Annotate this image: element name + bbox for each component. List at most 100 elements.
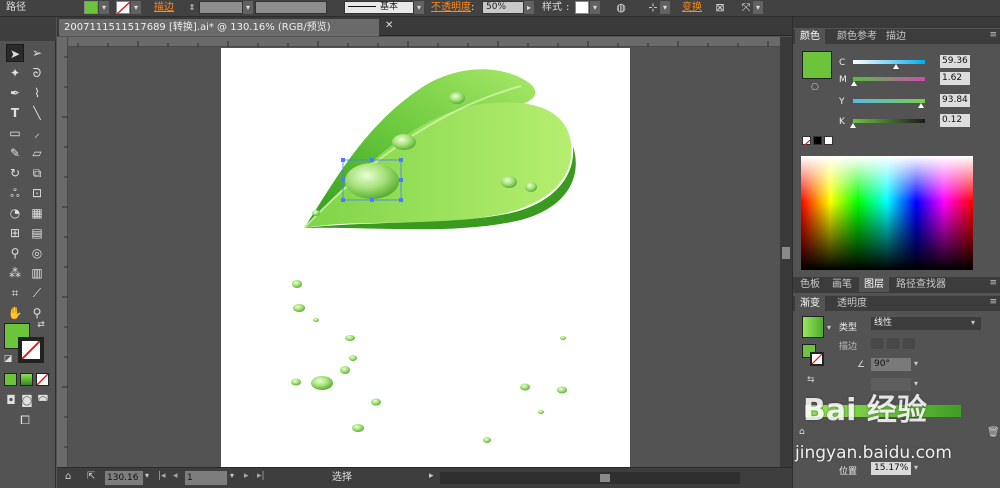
tab-color[interactable]: 颜色 [795,29,825,44]
fill-dropdown-icon[interactable]: ▾ [99,1,109,14]
variable-width-field[interactable] [255,1,327,14]
lasso-icon[interactable]: ᘐ [28,64,46,82]
recolor-icon[interactable]: ◍ [614,1,628,15]
brush-field[interactable]: 基本 [344,1,414,14]
stroke-weight-stepper-icon[interactable]: ⇕ [185,1,199,15]
fill-swatch[interactable] [84,1,98,14]
arrange-icon[interactable]: ⤧ [739,1,753,15]
channel-slider-y[interactable] [853,99,925,103]
doc-status-icon[interactable]: ⌂ [65,471,71,482]
opacity-field[interactable]: 50% [482,1,524,14]
last-page-icon[interactable]: ▸| [257,471,265,481]
stroke-link[interactable]: 描边 [154,1,174,15]
brush-icon[interactable]: ⸝ [28,124,46,142]
tab-transparency[interactable]: 透明度 [832,296,872,311]
tab-swatches[interactable]: 色板 [795,277,825,292]
reverse-gradient-icon[interactable]: ⇆ [807,375,815,385]
none-color-icon[interactable] [802,136,811,148]
pen-icon[interactable]: ✒ [6,84,24,102]
status-menu-icon[interactable]: ▸ [429,471,434,481]
curvature-icon[interactable]: ⌇ [28,84,46,102]
panel-menu-icon[interactable]: ≡ [989,30,997,40]
stroke-across-icon[interactable] [903,338,915,349]
artboard[interactable] [221,48,630,467]
stroke-along-icon[interactable] [887,338,899,349]
page-dropdown-icon[interactable]: ▾ [230,471,234,480]
channel-knob-c[interactable] [892,64,899,69]
panel-dock-grip[interactable] [793,17,1000,28]
gradient-tool-icon[interactable]: ▤ [28,224,46,242]
layers-menu-icon[interactable]: ≡ [989,278,997,288]
stroke-weight-field[interactable] [199,1,243,14]
tools-panel-grip[interactable] [0,17,56,41]
isolate-icon[interactable]: ⊠ [713,1,727,15]
prev-page-icon[interactable]: ◂ [173,471,178,481]
close-tab-icon[interactable]: ✕ [385,20,393,31]
graph-icon[interactable]: ▥ [28,264,46,282]
gradient-location-field[interactable]: 15.17% [871,462,911,475]
gradient-preview-swatch[interactable] [802,316,824,338]
channel-knob-m[interactable] [851,81,858,86]
gradient-mode-icon[interactable] [20,373,33,386]
arrange-dropdown-icon[interactable]: ▾ [753,1,763,14]
draw-inside-icon[interactable]: ◚ [36,391,50,409]
channel-slider-c[interactable] [853,60,925,64]
first-page-icon[interactable]: |◂ [158,471,166,481]
free-transform-icon[interactable]: ⊡ [28,184,46,202]
none-mode-icon[interactable] [36,373,49,386]
next-page-icon[interactable]: ▸ [244,471,249,481]
stroke-weight-dropdown-icon[interactable]: ▾ [243,1,253,14]
hand-icon[interactable]: ✋ [6,304,24,322]
stroke-within-icon[interactable] [871,338,883,349]
document-tab[interactable]: 2007111511517689 [转换].ai* @ 130.16% (RGB… [59,19,379,36]
stroke-color-box[interactable] [18,337,44,363]
tab-brushes[interactable]: 画笔 [827,277,857,292]
tab-stroke[interactable]: 描边 [881,29,911,44]
perspective-grid-icon[interactable]: ▦ [28,204,46,222]
tab-pathfinder[interactable]: 路径查找器 [891,277,951,292]
style-dropdown-icon[interactable]: ▾ [590,1,600,14]
mesh-icon[interactable]: ⊞ [6,224,24,242]
eraser-icon[interactable]: ▱ [28,144,46,162]
horizontal-scroll-thumb[interactable] [600,474,610,482]
pencil-icon[interactable]: ✎ [6,144,24,162]
artboard-icon[interactable]: ⌗ [6,284,24,302]
channel-slider-k[interactable] [853,119,925,123]
zoom-dropdown-icon[interactable]: ▾ [145,471,149,480]
channel-value-y[interactable]: 93.84 [940,94,970,107]
swap-colors-icon[interactable]: ⇄ [35,319,47,331]
style-swatch[interactable] [575,1,589,14]
color-mode-icon[interactable] [4,373,17,386]
default-colors-icon[interactable]: ◪ [2,353,14,365]
eyedropper-icon[interactable]: ⚲ [6,244,24,262]
white-color-icon[interactable] [824,136,833,145]
scale-icon[interactable]: ⧉ [28,164,46,182]
type-icon[interactable]: T [6,104,24,122]
blend-icon[interactable]: ◎ [28,244,46,262]
direct-selection-icon[interactable]: ➢ [28,44,46,62]
draw-behind-icon[interactable]: ◙ [20,391,34,409]
tab-gradient[interactable]: 渐变 [795,296,825,311]
symbol-sprayer-icon[interactable]: ⁂ [6,264,24,282]
gradient-preset-dropdown-icon[interactable]: ▾ [827,323,831,332]
channel-value-m[interactable]: 1.62 [940,72,970,85]
opacity-dropdown-icon[interactable]: ▸ [524,1,534,14]
align-dropdown-icon[interactable]: ▾ [660,1,670,14]
channel-knob-y[interactable] [917,103,924,108]
location-dropdown-icon[interactable]: ▾ [914,463,918,472]
warp-icon[interactable]: ஃ [6,184,24,202]
channel-slider-m[interactable] [853,77,925,81]
transform-link[interactable]: 变换 [682,1,702,15]
gradient-menu-icon[interactable]: ≡ [989,297,997,307]
channel-knob-k[interactable] [850,123,857,128]
tab-color-guide[interactable]: 颜色参考 [832,29,882,44]
stroke-dropdown-icon[interactable]: ▾ [131,1,141,14]
color-panel-fill-swatch[interactable] [802,51,832,79]
status-mode[interactable]: 选择 [332,471,352,485]
black-color-icon[interactable] [813,136,822,145]
channel-value-k[interactable]: 0.12 [940,114,970,127]
rectangle-icon[interactable]: ▭ [6,124,24,142]
vertical-scroll-thumb[interactable] [782,247,790,259]
gradient-angle-field[interactable]: 90° [871,358,911,371]
opacity-link[interactable]: 不透明度 [431,1,471,15]
